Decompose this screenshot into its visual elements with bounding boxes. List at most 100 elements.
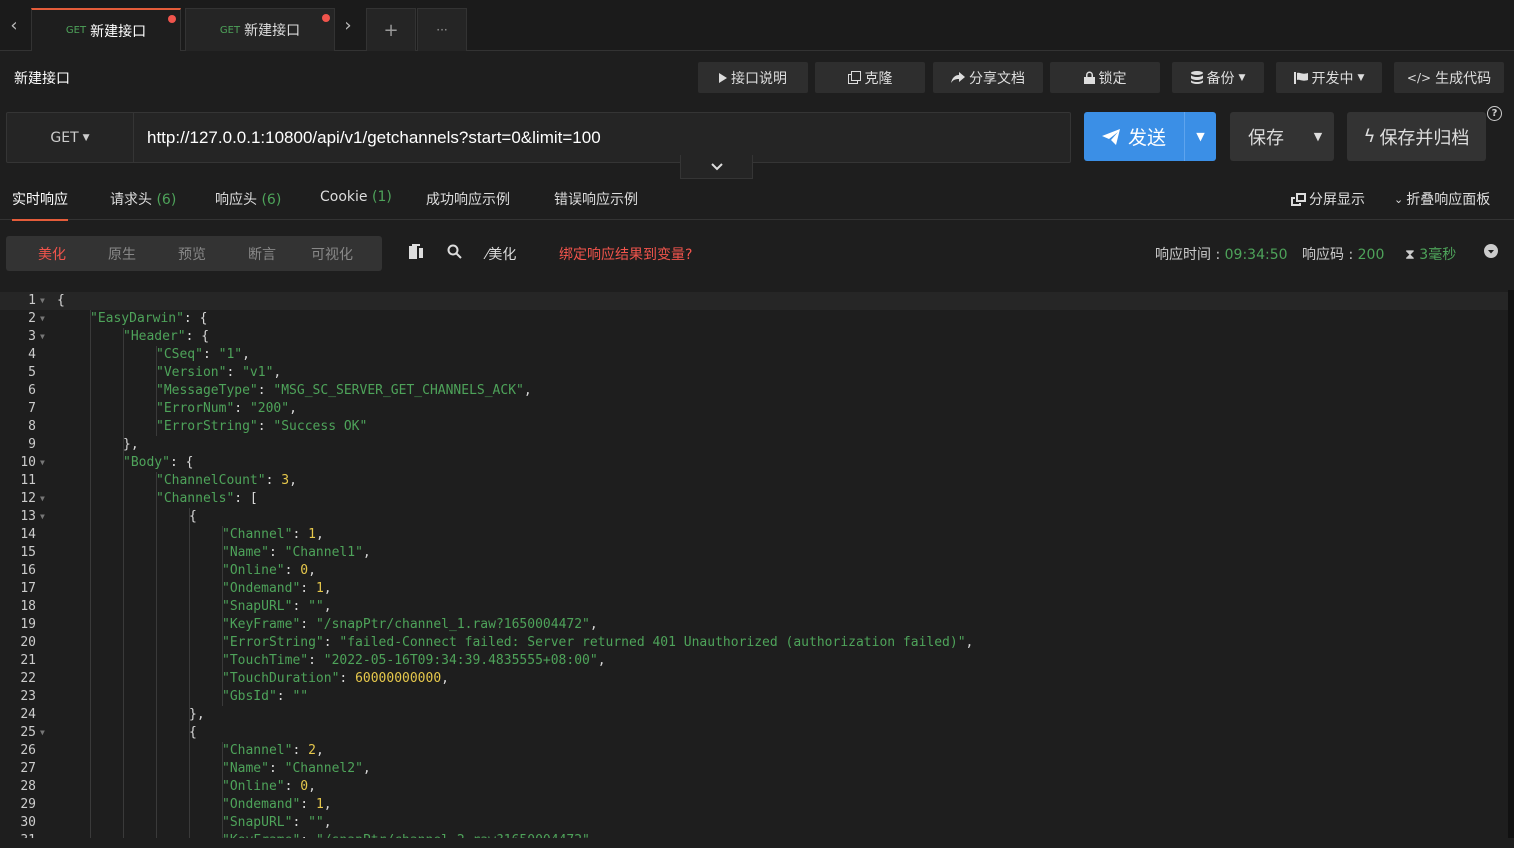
tab-error-example[interactable]: 错误响应示例: [554, 189, 638, 209]
line-number: 20: [20, 635, 36, 650]
view-mode-preview[interactable]: 预览: [178, 244, 206, 264]
indent-guide: [222, 526, 223, 544]
json-punct: {: [57, 293, 65, 308]
fold-toggle-icon[interactable]: ▼: [40, 292, 45, 310]
tab-method: GET: [65, 25, 87, 36]
fold-toggle-icon[interactable]: ▼: [40, 490, 45, 508]
json-key: "KeyFrame": [222, 833, 300, 838]
code-line: 1 ▼ {: [0, 292, 1508, 310]
indent-guide: [90, 814, 91, 832]
json-key: "GbsId": [222, 689, 277, 704]
code-text: "Online": 0,: [222, 562, 316, 580]
code-line: 7 "ErrorNum": "200",: [0, 400, 1508, 418]
more-tabs-button[interactable]: ···: [417, 8, 467, 51]
save-archive-button[interactable]: ϟ 保存并归档: [1347, 112, 1486, 161]
split-view-button[interactable]: 分屏显示: [1291, 189, 1365, 209]
copy-response-icon[interactable]: [409, 244, 423, 263]
generate-code-button[interactable]: </> 生成代码: [1394, 62, 1504, 93]
indent-guide: [123, 580, 124, 598]
code-text: "Body": {: [123, 454, 193, 472]
json-punct: :: [268, 545, 285, 560]
indent-guide: [189, 580, 190, 598]
tab-cookie[interactable]: Cookie (1): [320, 189, 392, 205]
indent-guide: [189, 796, 190, 814]
fold-toggle-icon[interactable]: ▼: [40, 310, 45, 328]
json-string: "": [308, 815, 324, 830]
send-main[interactable]: 发送: [1084, 112, 1184, 161]
status-label: 开发中: [1311, 70, 1354, 87]
indent-guide: [123, 364, 124, 382]
indent-guide: [189, 760, 190, 778]
clone-label: 克隆: [864, 70, 893, 87]
view-mode-beautify[interactable]: 美化: [38, 244, 66, 264]
view-mode-visualize[interactable]: 可视化: [311, 244, 353, 264]
fold-toggle-icon[interactable]: ▼: [40, 508, 45, 526]
json-punct: ,: [323, 815, 332, 830]
beautify-button[interactable]: ⁄美化: [486, 244, 516, 264]
bind-variable-link[interactable]: 绑定响应结果到变量?: [559, 244, 692, 264]
json-punct: :: [226, 365, 243, 380]
json-punct: ,: [323, 581, 332, 596]
tab-label: 响应头: [215, 192, 257, 208]
tab-response-headers[interactable]: 响应头 (6): [215, 189, 281, 209]
indent-guide: [156, 688, 157, 706]
tab-live-response[interactable]: 实时响应: [12, 189, 68, 221]
response-code-view[interactable]: 1 ▼{2 ▼ "EasyDarwin": {3 ▼ "Header": {4 "CSeq"…: [0, 290, 1508, 838]
json-punct: :: [300, 797, 316, 812]
indent-guide: [222, 778, 223, 796]
indent-guide: [156, 616, 157, 634]
json-key: "Body": [123, 455, 170, 470]
save-button[interactable]: 保存 ▼: [1230, 112, 1334, 161]
json-key: "Name": [222, 545, 269, 560]
request-tab[interactable]: GET 新建接口: [185, 8, 335, 51]
indent-guide: [156, 418, 157, 436]
indent-guide: [222, 742, 223, 760]
indent-guide: [123, 616, 124, 634]
json-punct: :: [257, 419, 274, 434]
help-icon[interactable]: ?: [1487, 106, 1502, 121]
code-line: 27 "Name": "Channel2",: [0, 760, 1508, 778]
request-tab[interactable]: GET 新建接口: [31, 8, 181, 51]
method-select[interactable]: GET ▼: [7, 113, 134, 162]
fold-toggle-icon[interactable]: ▼: [40, 724, 45, 742]
fold-toggle-icon[interactable]: ▼: [40, 454, 45, 472]
json-punct: :: [292, 527, 309, 542]
collapse-panel-button[interactable]: ⌄ 折叠响应面板: [1394, 189, 1490, 209]
json-punct: :: [284, 779, 301, 794]
api-doc-button[interactable]: 接口说明: [698, 62, 808, 93]
json-punct: ,: [965, 635, 974, 650]
clone-button[interactable]: 克隆: [815, 62, 925, 93]
chevron-down-icon: ▼: [1196, 130, 1205, 143]
download-icon[interactable]: [1484, 244, 1498, 262]
code-line: 26 "Channel": 2,: [0, 742, 1508, 760]
double-chevron-down-icon: ⌄: [1394, 192, 1404, 206]
url-input[interactable]: [147, 113, 1057, 162]
view-mode-assert[interactable]: 断言: [248, 244, 276, 264]
line-number: 5: [28, 365, 36, 380]
status-dropdown[interactable]: 开发中 ▼: [1276, 62, 1382, 93]
tab-success-example[interactable]: 成功响应示例: [426, 189, 510, 209]
code-scrollbar[interactable]: [1508, 290, 1514, 838]
send-options-button[interactable]: ▼: [1184, 112, 1216, 161]
search-icon[interactable]: [447, 244, 462, 263]
share-doc-button[interactable]: 分享文档: [933, 62, 1043, 93]
indent-guide: [90, 724, 91, 742]
tab-scroll-left-icon[interactable]: ‹: [0, 0, 28, 51]
view-mode-raw[interactable]: 原生: [108, 244, 136, 264]
indent-guide: [222, 598, 223, 616]
add-tab-button[interactable]: +: [366, 8, 416, 51]
backup-dropdown[interactable]: 备份 ▼: [1172, 62, 1264, 93]
code-line: 31 "KeyFrame": "/snapPtr/channel_2.raw?16…: [0, 832, 1508, 838]
indent-guide: [90, 688, 91, 706]
expand-params-button[interactable]: [680, 155, 753, 179]
save-options-button[interactable]: ▼: [1302, 130, 1334, 143]
json-number: 1: [315, 797, 324, 812]
code-text: "Version": "v1",: [156, 364, 281, 382]
code-line: 5 "Version": "v1",: [0, 364, 1508, 382]
send-button[interactable]: 发送 ▼: [1084, 112, 1216, 161]
lock-button[interactable]: 锁定: [1050, 62, 1160, 93]
tab-scroll-right-icon[interactable]: ›: [334, 0, 362, 51]
tab-request-headers[interactable]: 请求头 (6): [110, 189, 176, 209]
fold-toggle-icon[interactable]: ▼: [40, 328, 45, 346]
code-text: "GbsId": "": [222, 688, 308, 706]
